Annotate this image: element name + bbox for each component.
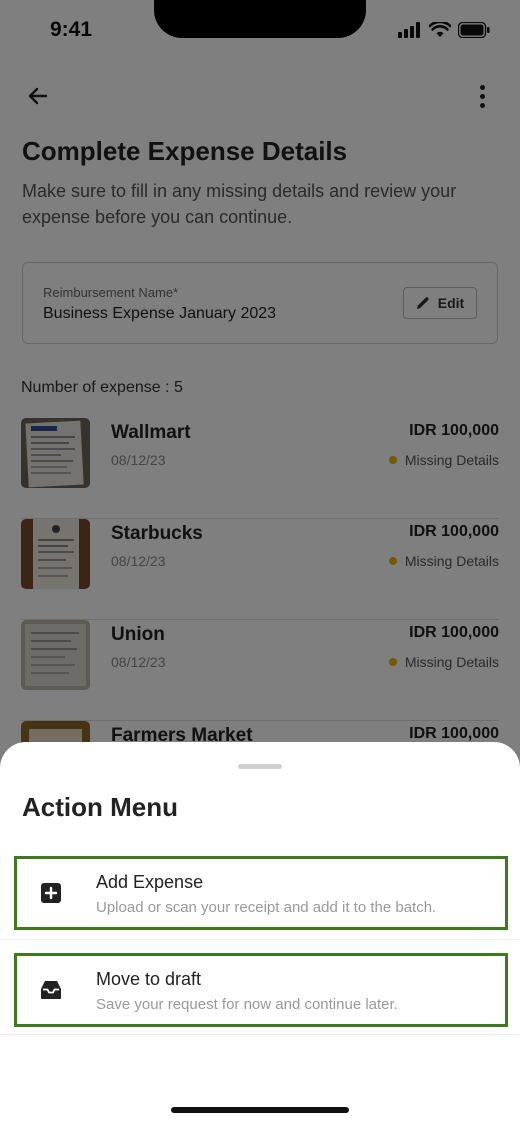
divider [0, 1034, 520, 1035]
add-expense-button[interactable]: Add Expense Upload or scan your receipt … [14, 856, 508, 930]
add-expense-description: Upload or scan your receipt and add it t… [96, 899, 437, 916]
expense-details-screen: 9:41 [0, 0, 520, 1125]
add-expense-title: Add Expense [96, 872, 204, 892]
add-square-icon [39, 881, 63, 905]
divider [0, 939, 520, 940]
move-to-draft-description: Save your request for now and continue l… [96, 996, 398, 1013]
move-to-draft-title: Move to draft [96, 969, 202, 989]
action-menu-title: Action Menu [22, 792, 178, 822]
action-menu-sheet: Action Menu Add Expense Upload or scan y… [0, 742, 520, 1125]
inbox-icon [39, 978, 63, 1002]
home-indicator[interactable] [171, 1107, 349, 1113]
drag-handle[interactable] [238, 764, 282, 769]
move-to-draft-button[interactable]: Move to draft Save your request for now … [14, 953, 508, 1027]
